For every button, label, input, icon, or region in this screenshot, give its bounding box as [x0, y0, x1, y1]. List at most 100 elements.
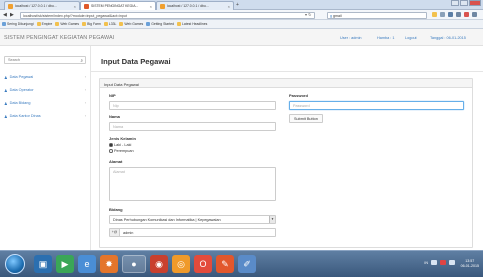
- browser-tab-phpmyadmin-1[interactable]: localhost / 127.0.0.1 / dbu... ×: [4, 1, 80, 10]
- chevron-left-icon: ‹: [84, 75, 86, 79]
- close-tab-icon[interactable]: ×: [150, 4, 152, 9]
- close-tab-icon[interactable]: ×: [74, 4, 76, 9]
- form-panel: Input Data Pegawai NIP Nip Nama Nama Jen…: [99, 78, 473, 248]
- language-indicator[interactable]: IN: [424, 261, 428, 265]
- password-input[interactable]: Password: [289, 101, 464, 110]
- minimize-button[interactable]: [451, 0, 459, 6]
- menu-icon[interactable]: [472, 12, 477, 17]
- radio-unchecked-icon: [109, 149, 113, 153]
- alamat-textarea[interactable]: Alamat: [109, 167, 276, 201]
- bidang-select[interactable]: Dinas Perhubungan Komunikasi dan Informa…: [109, 215, 276, 224]
- app-favicon-icon: [84, 3, 89, 9]
- browser-nav-bar: ◀ ▶ localhost/sk/sistem/index.php/?modul…: [0, 10, 483, 20]
- bookmark-item[interactable]: L33L: [103, 22, 116, 26]
- download-icon[interactable]: [448, 12, 453, 17]
- file-explorer-icon[interactable]: ▣: [34, 255, 52, 273]
- close-window-button[interactable]: [469, 0, 481, 6]
- start-button[interactable]: [5, 254, 25, 274]
- new-tab-button[interactable]: +: [236, 2, 239, 8]
- phpmyadmin-favicon-icon: [160, 3, 165, 9]
- admin-input[interactable]: +@ admin: [109, 228, 276, 237]
- network-icon[interactable]: [431, 260, 437, 265]
- bookmark-item[interactable]: Sering Dikunjungi: [2, 22, 34, 26]
- chevron-left-icon: ‹: [84, 101, 86, 105]
- sidebar-item-label: Data Pegawai: [9, 75, 34, 79]
- bookmarks-icon[interactable]: [440, 12, 445, 17]
- logout-link[interactable]: Logout: [405, 36, 417, 40]
- bookmark-item[interactable]: Web Games: [119, 22, 143, 26]
- users-icon: ♟: [4, 100, 8, 106]
- search-icon[interactable]: ⌕: [80, 58, 83, 63]
- chevron-left-icon: ‹: [84, 114, 86, 118]
- chevron-down-icon[interactable]: ▾: [269, 216, 275, 223]
- users-icon: ♟: [4, 74, 8, 80]
- app-brand[interactable]: SISTEM PENGINGAT KEGIATAN PEGAWAI: [4, 35, 114, 41]
- maximize-button[interactable]: [460, 0, 468, 6]
- clock-date: 06-01-2015: [460, 263, 479, 268]
- nip-label: NIP: [109, 93, 116, 98]
- password-label: Password: [289, 93, 308, 98]
- home-icon[interactable]: [456, 12, 461, 17]
- bookmark-item[interactable]: Getting Started: [146, 22, 174, 26]
- dropdown-arrow-icon[interactable]: ▾ ↻: [305, 12, 311, 17]
- users-icon: ♟: [4, 113, 8, 119]
- panel-heading: Input Data Pegawai: [100, 79, 472, 88]
- browser-tab-phpmyadmin-2[interactable]: localhost / 127.0.0.1 / dbu... ×: [156, 1, 234, 10]
- bookmark-item[interactable]: Web Games: [55, 22, 79, 26]
- ie-browser-icon[interactable]: e: [78, 255, 96, 273]
- taskbar-clock[interactable]: 13:57 06-01-2015: [461, 259, 479, 268]
- sidebar-item-label: Data Bidang: [9, 101, 31, 105]
- chevron-left-icon: ‹: [84, 88, 86, 92]
- app-header: SISTEM PENGINGAT KEGIATAN PEGAWAI User :…: [0, 29, 483, 46]
- admin-addon: +@: [110, 229, 120, 236]
- sidebar-item-data-kantor-dinas[interactable]: ♟ Data Kantor Dinas ‹: [4, 112, 86, 120]
- media-player-icon[interactable]: ▶: [56, 255, 74, 273]
- sidebar-search-input[interactable]: [5, 57, 73, 63]
- nip-input[interactable]: Nip: [109, 101, 276, 110]
- bidang-label: Bidang: [109, 207, 123, 212]
- sidebar: ⌕ ♟ Data Pegawai ‹ ♟ Data Operator ‹ ♟ D…: [0, 46, 91, 250]
- nama-input[interactable]: Nama: [109, 122, 276, 131]
- volume-icon[interactable]: [449, 260, 455, 265]
- radio-laki-laki[interactable]: Laki - Laki: [109, 143, 131, 147]
- submit-button[interactable]: Submit Button: [289, 114, 323, 123]
- jenis-kelamin-label: Jenis Kelamin: [109, 136, 136, 141]
- tab-label: localhost / 127.0.0.1 / dbu...: [15, 4, 57, 8]
- users-icon: ♟: [4, 87, 8, 93]
- radio-perempuan[interactable]: Perempuan: [109, 149, 134, 153]
- back-icon[interactable]: ◀: [3, 12, 7, 18]
- chrome-icon[interactable]: ◎: [172, 255, 190, 273]
- bookmark-item[interactable]: Latest Headlines: [177, 22, 207, 26]
- phpmyadmin-favicon-icon: [8, 3, 13, 9]
- date-text: Tanggal : 06-01-2015: [430, 36, 466, 40]
- opera-icon[interactable]: O: [194, 255, 212, 273]
- paint-icon[interactable]: ✐: [238, 255, 256, 273]
- sidebar-item-data-pegawai[interactable]: ♟ Data Pegawai ‹: [4, 73, 86, 81]
- sidebar-item-data-operator[interactable]: ♟ Data Operator ‹: [4, 86, 86, 94]
- taskbar: ▣ ▶ e ✸ ● ◉ ◎ O ✎ ✐ IN 13:57 06-01-2015: [0, 250, 483, 277]
- forward-icon[interactable]: ▶: [10, 12, 14, 18]
- sidebar-item-label: Data Operator: [9, 88, 34, 92]
- bookmark-item[interactable]: Big Farm: [82, 22, 101, 26]
- star-icon[interactable]: [432, 12, 437, 17]
- xampp-icon[interactable]: ✸: [100, 255, 118, 273]
- editor-icon[interactable]: ✎: [216, 255, 234, 273]
- close-tab-icon[interactable]: ×: [228, 4, 230, 9]
- browser-tab-sistem[interactable]: SISTEM PENGINGAT KEGIA... ×: [80, 1, 156, 10]
- admin-value: admin: [123, 231, 134, 235]
- radio-label: Laki - Laki: [114, 143, 132, 147]
- firefox-taskbar-icon[interactable]: ●: [122, 255, 146, 273]
- flag-icon[interactable]: [440, 260, 446, 265]
- google-icon: g: [330, 13, 332, 18]
- sidebar-item-data-bidang[interactable]: ♟ Data Bidang ‹: [4, 99, 86, 107]
- bookmark-item[interactable]: Empire: [36, 22, 52, 26]
- user-text: User : admin: [340, 36, 362, 40]
- tab-label: SISTEM PENGINGAT KEGIA...: [91, 4, 139, 8]
- search-bar[interactable]: g gmail: [327, 11, 427, 19]
- role-text: Hamba : 1: [377, 36, 395, 40]
- url-bar[interactable]: localhost/sk/sistem/index.php/?module=in…: [20, 11, 315, 19]
- app-icon[interactable]: ◉: [150, 255, 168, 273]
- addon-icon[interactable]: [464, 12, 469, 17]
- search-text: gmail: [333, 13, 342, 18]
- page-title: Input Data Pegawai: [101, 57, 171, 66]
